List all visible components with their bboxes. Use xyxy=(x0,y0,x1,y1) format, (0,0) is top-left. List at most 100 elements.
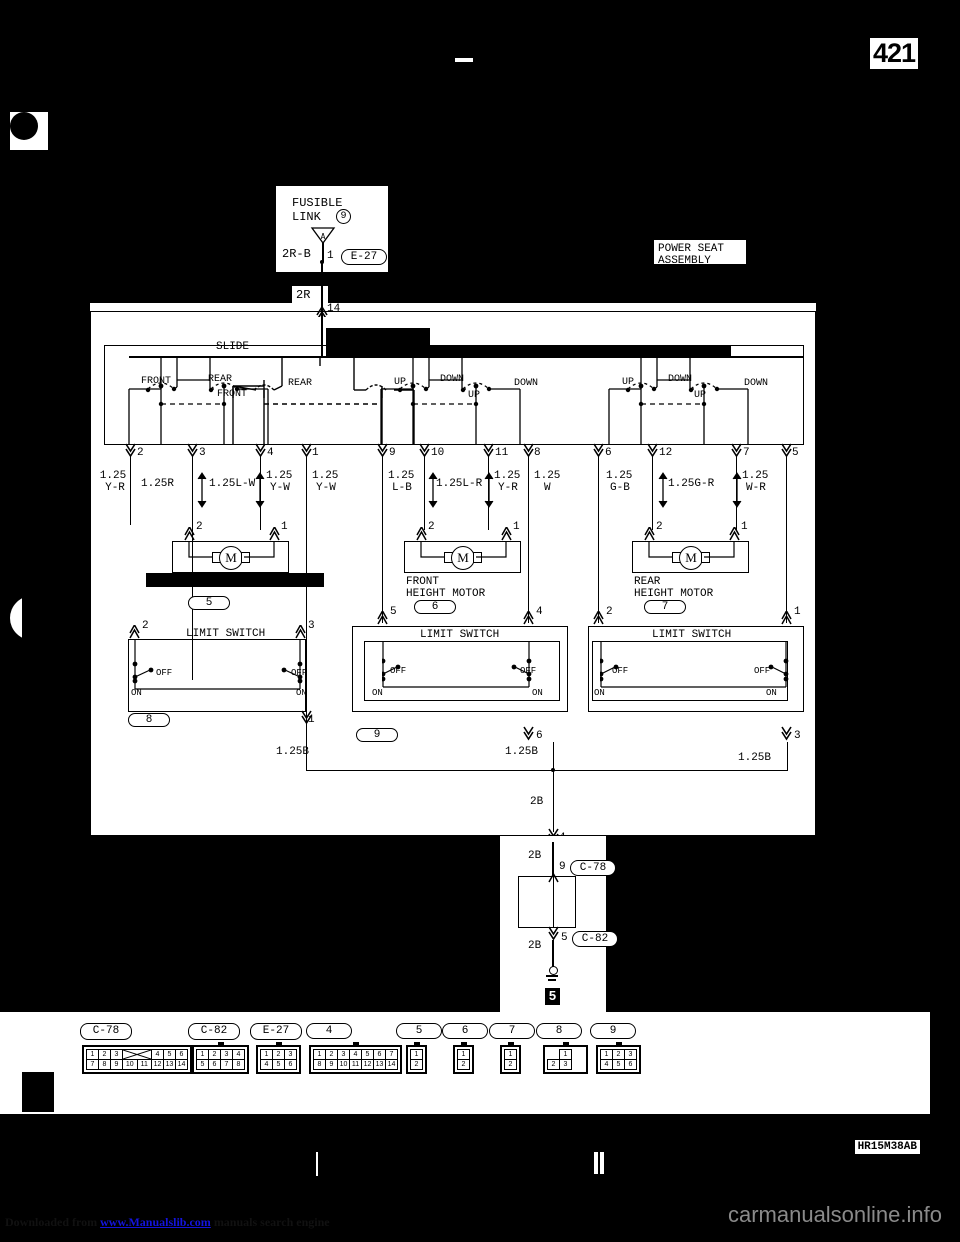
ground-seg-b-label: 2B xyxy=(528,940,542,952)
slide-motor-wiring xyxy=(188,541,275,558)
diagram-page: 421 FUSIBLE LINK 9 A 2R-B 1 E-27 2R 14 P… xyxy=(0,0,960,1242)
front-height-motor-tag: 6 xyxy=(414,600,456,614)
switch-pin-11: 11 xyxy=(495,447,509,459)
fh-motor-arrow-left xyxy=(416,527,427,541)
ground-tag-c82: C-82 xyxy=(572,931,618,947)
rh-ls-off-right: OFF xyxy=(754,666,771,676)
ground-branch-right xyxy=(787,742,788,770)
ground-branch-mid xyxy=(553,742,554,770)
slide-ls-arrow-right xyxy=(295,625,306,639)
conn-pins-e27: 123 456 xyxy=(256,1042,301,1074)
fusible-link-number: 9 xyxy=(336,209,351,224)
fh-ls-pin-right: 4 xyxy=(536,606,543,618)
mask-bottom-right xyxy=(606,836,960,1012)
switch-pin-1: 1 xyxy=(312,447,319,459)
conn-label-5: 5 xyxy=(396,1023,442,1039)
rear-height-motor-label-2: HEIGHT MOTOR xyxy=(634,588,714,600)
slide-ls-pin-right: 3 xyxy=(308,620,315,632)
slide-motor-arrow-left xyxy=(184,527,195,541)
watermark-suffix: manuals search engine xyxy=(210,1215,330,1229)
fh-ls-on-left: ON xyxy=(372,688,383,698)
assembly-bottom-rail xyxy=(90,835,816,836)
slide-ls-pin-out: 1 xyxy=(308,714,315,726)
fh-ls-arrow-out xyxy=(523,726,534,741)
conn-label-4: 4 xyxy=(306,1023,352,1039)
fh-ls-off-left: OFF xyxy=(390,666,407,676)
conn-label-6: 6 xyxy=(442,1023,488,1039)
conn-label-c78: C-78 xyxy=(80,1023,132,1040)
slide-motor-arrow-right xyxy=(269,527,280,541)
header-rule xyxy=(455,58,473,62)
ground-wire-label-3: 1.25B xyxy=(738,752,772,764)
conn-label-e27: E-27 xyxy=(250,1023,302,1040)
rh-ls-arrow-out xyxy=(781,726,792,741)
slide-limit-switch-contacts xyxy=(132,639,303,690)
footer-tick-right2 xyxy=(600,1152,604,1174)
ground-symbol-circle xyxy=(549,966,558,975)
slide-motor-pin-1: 1 xyxy=(281,521,288,533)
rh-motor-pin-1: 1 xyxy=(741,521,748,533)
wire-label-2: 1.25L-W xyxy=(209,478,256,490)
front-height-switch-graphic xyxy=(380,356,521,444)
conn-label-c82: C-82 xyxy=(188,1023,240,1040)
rh-ls-pin-in: 2 xyxy=(606,606,613,618)
ground-symbol-bar2 xyxy=(548,979,556,981)
wire-label-9: 1.25 G-B xyxy=(606,470,633,494)
wire-label-7: 1.25 Y-R xyxy=(494,470,521,494)
fusible-link-title-2: LINK xyxy=(292,210,321,224)
assembly-label-1: POWER SEAT xyxy=(658,243,725,255)
watermark-site: carmanualsonline.info xyxy=(727,1202,942,1227)
watermark-link[interactable]: www.Manualslib.com xyxy=(100,1215,211,1229)
mask-top-left xyxy=(0,303,14,836)
rh-ls-off-left: OFF xyxy=(612,666,629,676)
fusible-link-wire-label: 2R-B xyxy=(282,247,311,261)
mask-bottom-band xyxy=(0,836,500,1012)
switch-pin-12: 12 xyxy=(659,447,673,459)
page-number: 421 xyxy=(869,38,918,69)
ground-trunk-label: 2B xyxy=(530,796,544,808)
fh-limit-switch-title: LIMIT SWITCH xyxy=(420,629,500,641)
switch-box-bottom-rail xyxy=(104,444,804,445)
switch-title-slide: SLIDE xyxy=(216,341,250,353)
rh-motor-arrow-left xyxy=(644,527,655,541)
rh-motor-pin-2: 2 xyxy=(656,521,663,533)
fh-ls-arrow-right xyxy=(523,611,534,625)
slide-ls-arrow-in xyxy=(129,625,140,639)
fh-motor-pin-2: 2 xyxy=(428,521,435,533)
switch-pin-2: 2 xyxy=(137,447,144,459)
switch-pin-7: 7 xyxy=(743,447,750,459)
ground-seg-a-label: 2B xyxy=(528,850,542,862)
wire-label-6: 1.25L-R xyxy=(436,478,483,490)
ground-junction-box xyxy=(518,876,576,928)
slide-switch-graphic xyxy=(128,356,269,444)
assembly-underline xyxy=(656,266,744,267)
rh-ls-on-right: ON xyxy=(766,688,777,698)
ground-wire-label-2: 1.25B xyxy=(505,746,539,758)
watermark-download-text: Downloaded from www.Manualslib.com manua… xyxy=(5,1215,330,1230)
ground-tag-c78: C-78 xyxy=(570,860,616,876)
footer-tick-right xyxy=(594,1152,598,1174)
ground-pin-c82: 5 xyxy=(561,932,568,944)
wire-label-8: 1.25 W xyxy=(534,470,561,494)
fh-motor-arrow-right xyxy=(501,527,512,541)
conn-pins-c78: 123 456 7 8 9 10 11 12 13 14 xyxy=(82,1045,192,1074)
conn-label-7: 7 xyxy=(489,1023,535,1039)
branch-wire-label-2r: 2R xyxy=(296,288,311,302)
fh-ls-on-right: ON xyxy=(532,688,543,698)
conn-pins-8: 1 23 xyxy=(543,1042,588,1074)
switch-pin-3: 3 xyxy=(199,447,206,459)
rear-height-switch-graphic xyxy=(608,356,749,444)
ground-symbol-bar1 xyxy=(546,975,558,977)
slide-limit-switch-tag: 8 xyxy=(128,713,170,727)
conn-pins-6: 1 2 xyxy=(453,1042,474,1074)
ground-branch-left xyxy=(306,720,307,770)
wire-label-3: 1.25 Y-W xyxy=(266,470,293,494)
wire-label-5: 1.25 L-B xyxy=(388,470,415,494)
rh-motor-arrow-right xyxy=(729,527,740,541)
fusible-link-pin: 1 xyxy=(327,250,334,262)
wire-label-1: 1.25R xyxy=(141,478,175,490)
rh-ls-pin-out: 3 xyxy=(794,730,801,742)
slide-ls-off-left: OFF xyxy=(156,668,173,678)
ground-wire-label-1: 1.25B xyxy=(276,746,310,758)
fusible-link-title-1: FUSIBLE xyxy=(292,196,343,210)
